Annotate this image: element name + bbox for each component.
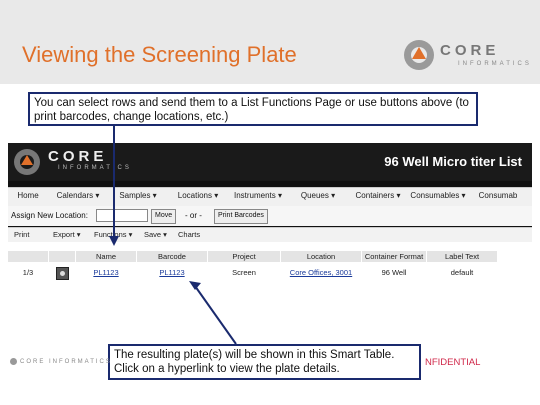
pointer-arrow-functions: [109, 236, 119, 246]
callout-pointers: [109, 126, 237, 345]
pointer-line-table: [194, 285, 237, 345]
pointer-arrow-table: [189, 281, 201, 290]
